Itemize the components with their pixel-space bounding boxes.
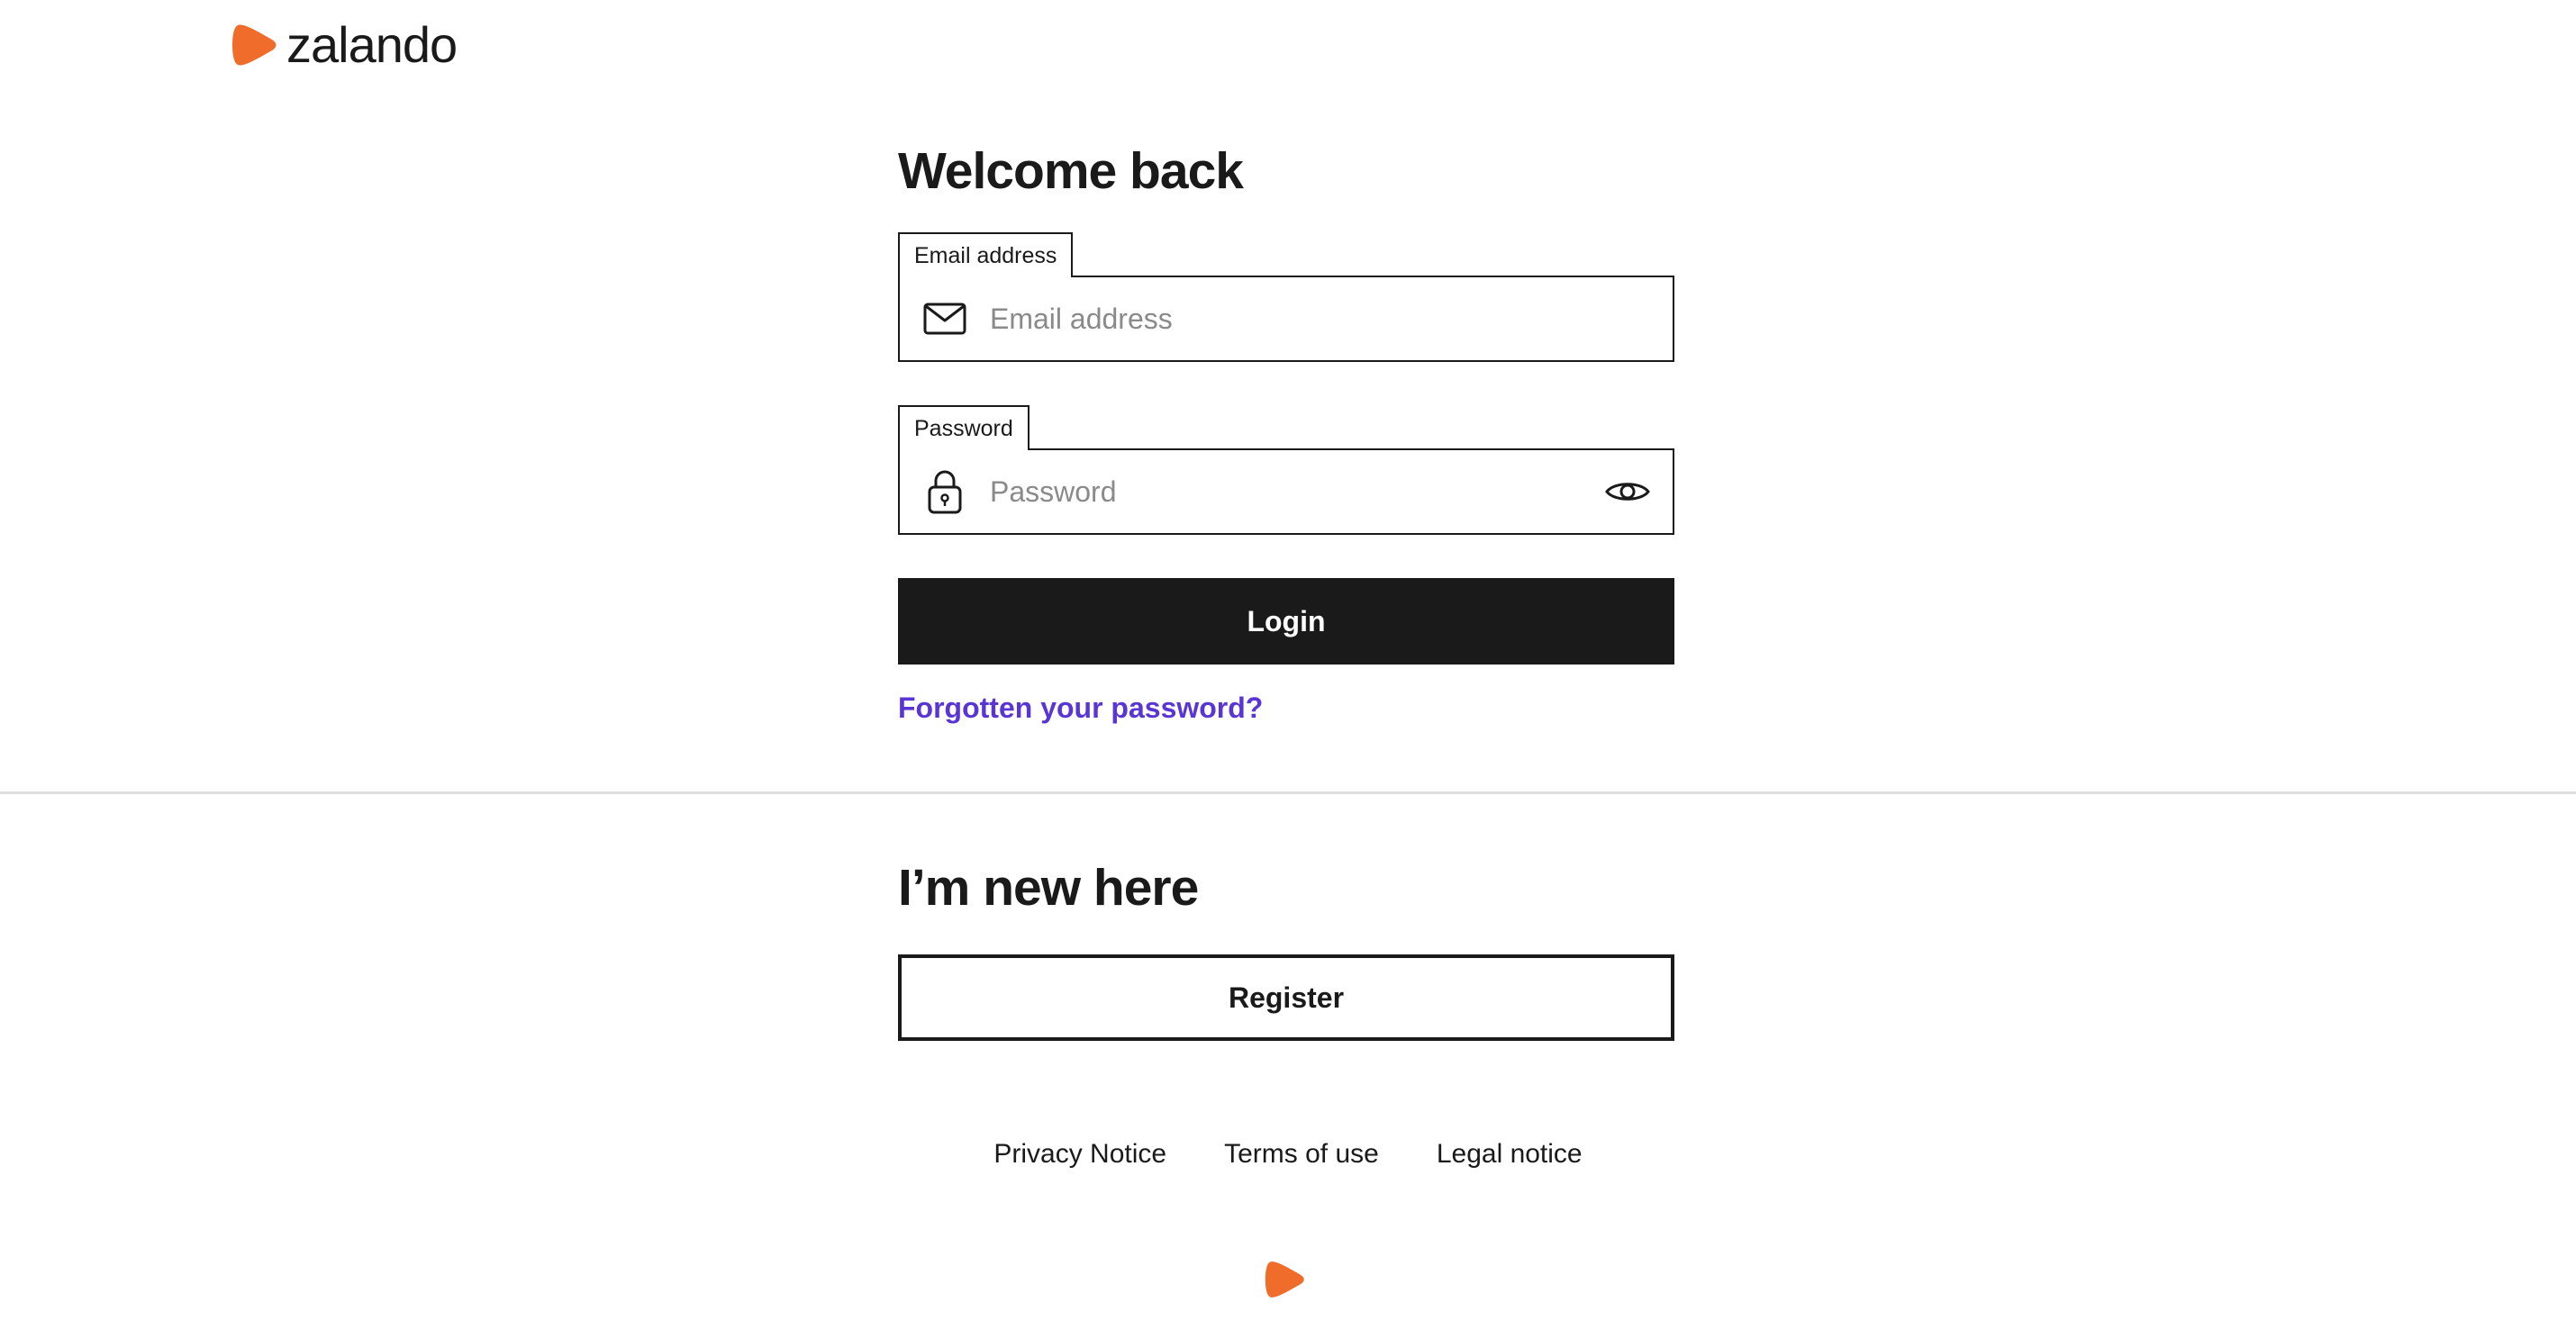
eye-icon[interactable] xyxy=(1604,468,1651,515)
login-heading: Welcome back xyxy=(898,142,1244,200)
lock-icon xyxy=(921,468,968,515)
zalando-mark-icon xyxy=(232,24,277,66)
register-heading: I’m new here xyxy=(898,859,1199,917)
email-field-group: Email address xyxy=(898,232,1674,362)
terms-of-use-link[interactable]: Terms of use xyxy=(1224,1136,1379,1172)
forgot-password-link[interactable]: Forgotten your password? xyxy=(898,690,1263,726)
email-input[interactable] xyxy=(988,291,1651,347)
password-label: Password xyxy=(898,405,1029,450)
envelope-icon xyxy=(921,295,968,342)
login-button[interactable]: Login xyxy=(898,578,1674,664)
email-input-box[interactable] xyxy=(898,276,1674,362)
email-label: Email address xyxy=(898,232,1074,277)
register-section: I’m new here Register xyxy=(898,852,1674,1041)
login-section: Welcome back Email address Password xyxy=(898,135,1674,726)
password-field-group: Password xyxy=(898,405,1674,535)
brand-name: zalando xyxy=(286,16,458,73)
privacy-notice-link[interactable]: Privacy Notice xyxy=(993,1136,1166,1172)
section-divider xyxy=(0,791,2576,794)
password-input[interactable] xyxy=(988,464,1604,520)
zalando-logo[interactable]: zalando xyxy=(232,16,458,73)
footer-links: Privacy Notice Terms of use Legal notice xyxy=(0,1136,2576,1172)
zalando-mark-icon xyxy=(1265,1261,1304,1297)
register-button[interactable]: Register xyxy=(898,954,1674,1041)
legal-notice-link[interactable]: Legal notice xyxy=(1437,1136,1583,1172)
login-page: zalando Welcome back Email address Passw… xyxy=(0,0,2576,1329)
password-input-box[interactable] xyxy=(898,448,1674,535)
